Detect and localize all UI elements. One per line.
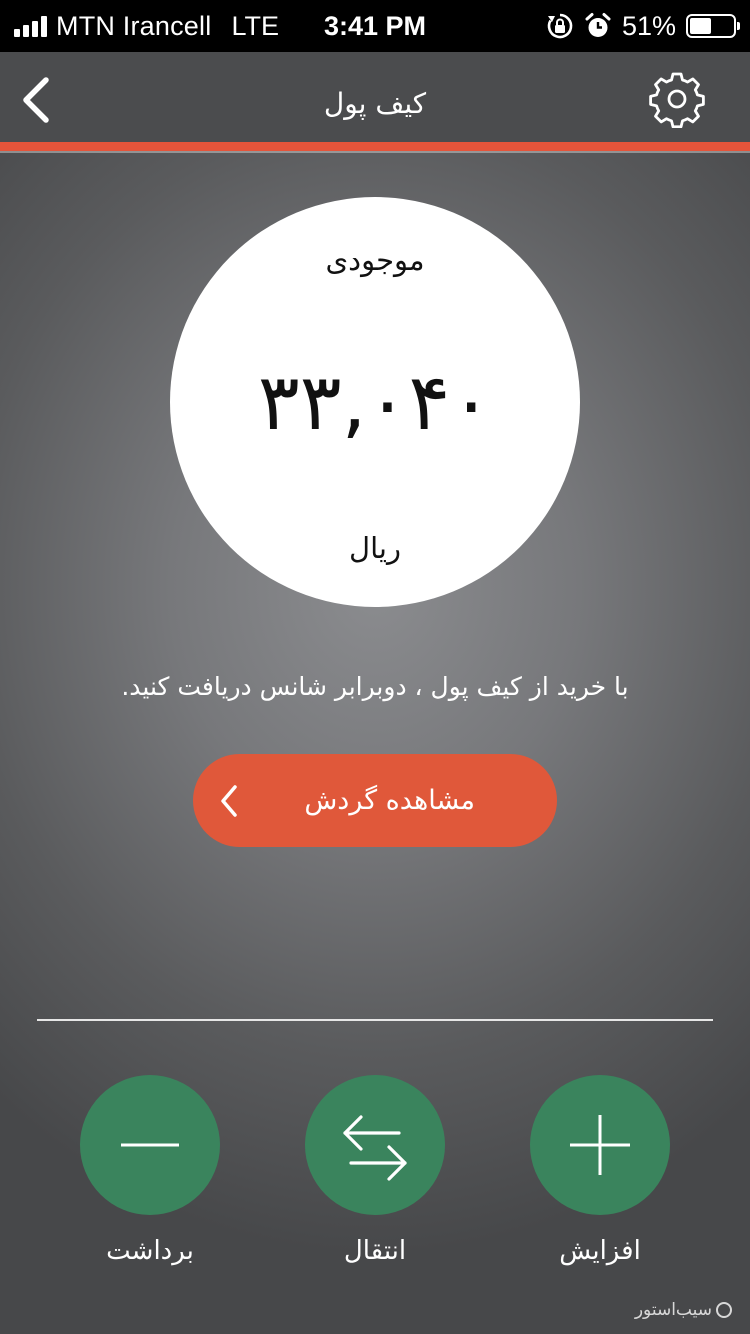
- transfer-label: انتقال: [343, 1236, 407, 1266]
- settings-button[interactable]: [648, 70, 706, 129]
- balance-label: موجودی: [325, 243, 425, 277]
- view-history-button[interactable]: مشاهده گردش: [193, 754, 557, 847]
- battery-icon: [686, 14, 740, 38]
- signal-icon: [14, 15, 47, 37]
- page-title: کیف پول: [323, 87, 427, 120]
- alarm-icon: [585, 13, 611, 37]
- watermark: سیب‌استور: [635, 1300, 732, 1320]
- balance-card: موجودی ۳۳,۰۴۰ ریال: [170, 197, 580, 607]
- promo-text: با خرید از کیف پول ، دوبرابر شانس دریافت…: [121, 672, 629, 701]
- balance-amount: ۳۳,۰۴۰: [257, 358, 493, 448]
- gear-icon: [649, 72, 705, 129]
- withdraw-label: برداشت: [106, 1236, 194, 1266]
- chevron-left-icon: [221, 785, 237, 817]
- balance-currency: ریال: [349, 531, 401, 565]
- back-button[interactable]: [14, 72, 64, 128]
- minus-icon: [121, 1143, 179, 1147]
- transfer-arrows-icon: [343, 1115, 407, 1181]
- battery-fill: [690, 18, 711, 34]
- nav-bar: کیف پول: [0, 52, 750, 142]
- battery-percent: 51%: [621, 10, 676, 41]
- status-bar-left: MTN Irancell LTE: [14, 0, 279, 52]
- status-bar-right: 51%: [546, 0, 740, 52]
- top-up-button[interactable]: [530, 1075, 670, 1215]
- chevron-left-icon: [23, 77, 49, 123]
- transfer-button[interactable]: [305, 1075, 445, 1215]
- carrier-name: MTN Irancell: [56, 10, 212, 41]
- watermark-text: سیب‌استور: [634, 1300, 712, 1320]
- divider: [37, 1019, 713, 1021]
- withdraw-button[interactable]: [80, 1075, 220, 1215]
- header-accent-line: [0, 151, 750, 153]
- header-accent-bar: [0, 142, 750, 151]
- status-bar: MTN Irancell LTE 3:41 PM 51%: [0, 0, 750, 52]
- plus-icon: [570, 1115, 630, 1175]
- rotation-lock-icon: [547, 13, 573, 39]
- watermark-logo-icon: [716, 1302, 732, 1318]
- top-up-label: افزایش: [559, 1236, 641, 1266]
- network-type: LTE: [231, 10, 279, 41]
- view-history-label: مشاهده گردش: [304, 785, 475, 816]
